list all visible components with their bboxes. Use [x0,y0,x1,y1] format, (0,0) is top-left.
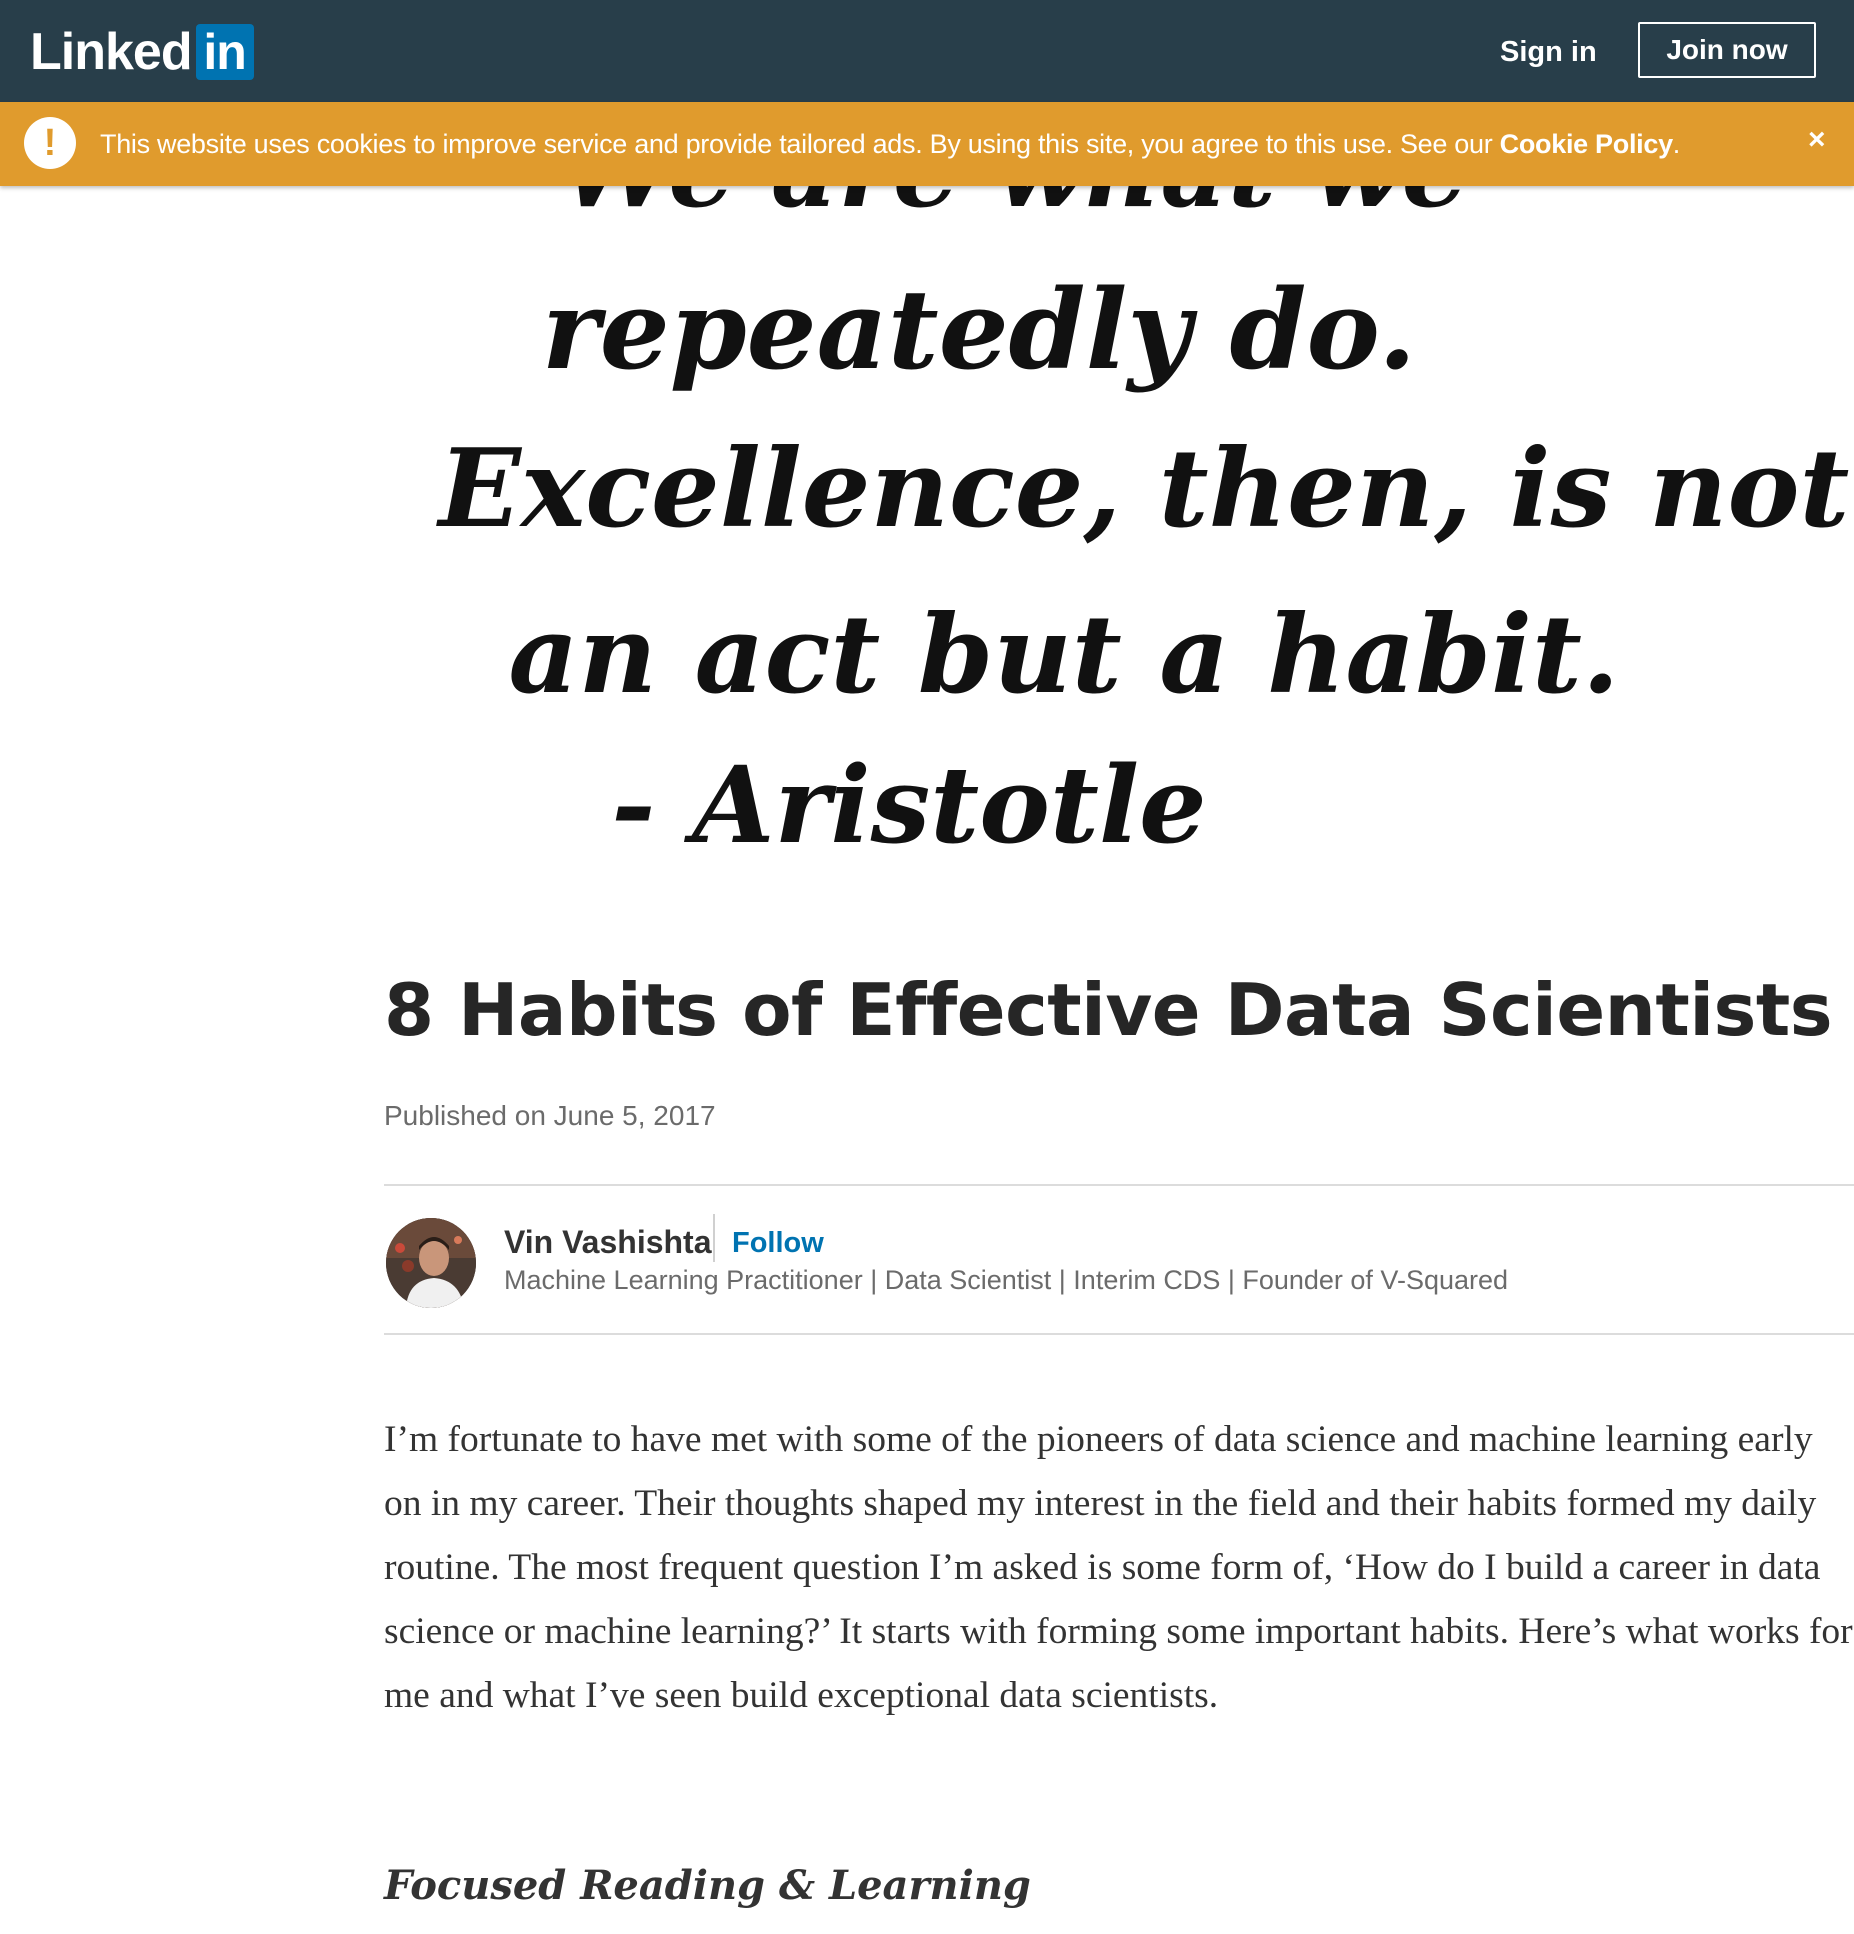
author-divider-top [384,1184,1854,1186]
author-avatar[interactable] [386,1218,476,1308]
exclamation-circle-icon: ! [24,117,76,169]
join-now-button[interactable]: Join now [1638,22,1816,78]
article-intro-paragraph: I’m fortunate to have met with some of t… [384,1419,1853,1716]
quote-line-2: repeatedly do. [542,265,1416,394]
linkedin-logo[interactable]: Linked in [30,24,254,80]
author-divider-bottom [384,1333,1854,1335]
cookie-banner-text: This website uses cookies to improve ser… [100,129,1500,159]
cookie-banner-message: This website uses cookies to improve ser… [100,124,1680,164]
follow-button[interactable]: Follow [732,1222,824,1264]
quote-line-3: Excellence, then, is not [436,426,1850,552]
cookie-banner: ! This website uses cookies to improve s… [0,102,1854,186]
logo-in-badge: in [195,24,254,80]
cookie-banner-period: . [1672,129,1681,159]
cookie-policy-link[interactable]: Cookie Policy [1500,129,1673,159]
top-nav-bar: Linked in Sign in Join now [0,0,1854,102]
quote-line-4: an act but a habit. [509,592,1620,718]
section-heading: Focused Reading & Learning [384,1862,1031,1909]
published-date: Published on June 5, 2017 [384,1100,716,1131]
avatar-photo [386,1218,476,1308]
quote-image: We are what we repeatedly do. Excellence… [436,186,1850,867]
article-title: 8 Habits of Effective Data Scientists [384,968,1833,1052]
author-follow-separator [713,1214,715,1262]
sign-in-link[interactable]: Sign in [1500,32,1597,72]
close-icon[interactable]: × [1808,120,1826,160]
quote-line-1: We are what we [560,186,1468,231]
article-hero-image: We are what we repeatedly do. Excellence… [384,186,1854,916]
author-headline: Machine Learning Practitioner | Data Sci… [504,1265,1509,1295]
quote-line-5: - Aristotle [611,742,1206,867]
logo-wordmark: Linked [30,23,193,81]
author-name-link[interactable]: Vin Vashishta [504,1220,712,1264]
